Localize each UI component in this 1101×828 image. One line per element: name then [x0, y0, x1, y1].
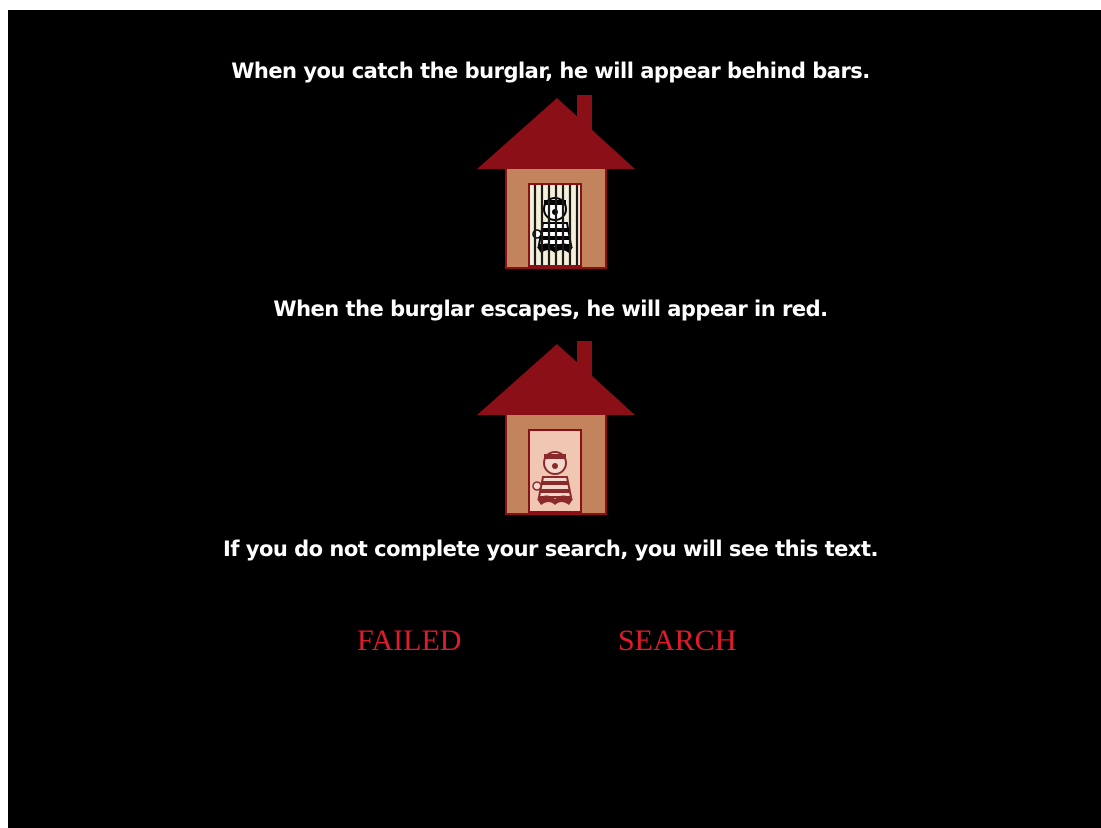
escaped-instruction-text: When the burglar escapes, he will appear… [273, 297, 828, 321]
search-status-text: SEARCH [618, 624, 737, 657]
failed-status-text: FAILED [357, 624, 462, 657]
caught-instruction-text: When you catch the burglar, he will appe… [231, 59, 870, 83]
house-with-red-burglar-icon [477, 341, 635, 515]
house-with-jailed-burglar-icon [477, 95, 635, 269]
incomplete-instruction-text: If you do not complete your search, you … [223, 537, 878, 561]
